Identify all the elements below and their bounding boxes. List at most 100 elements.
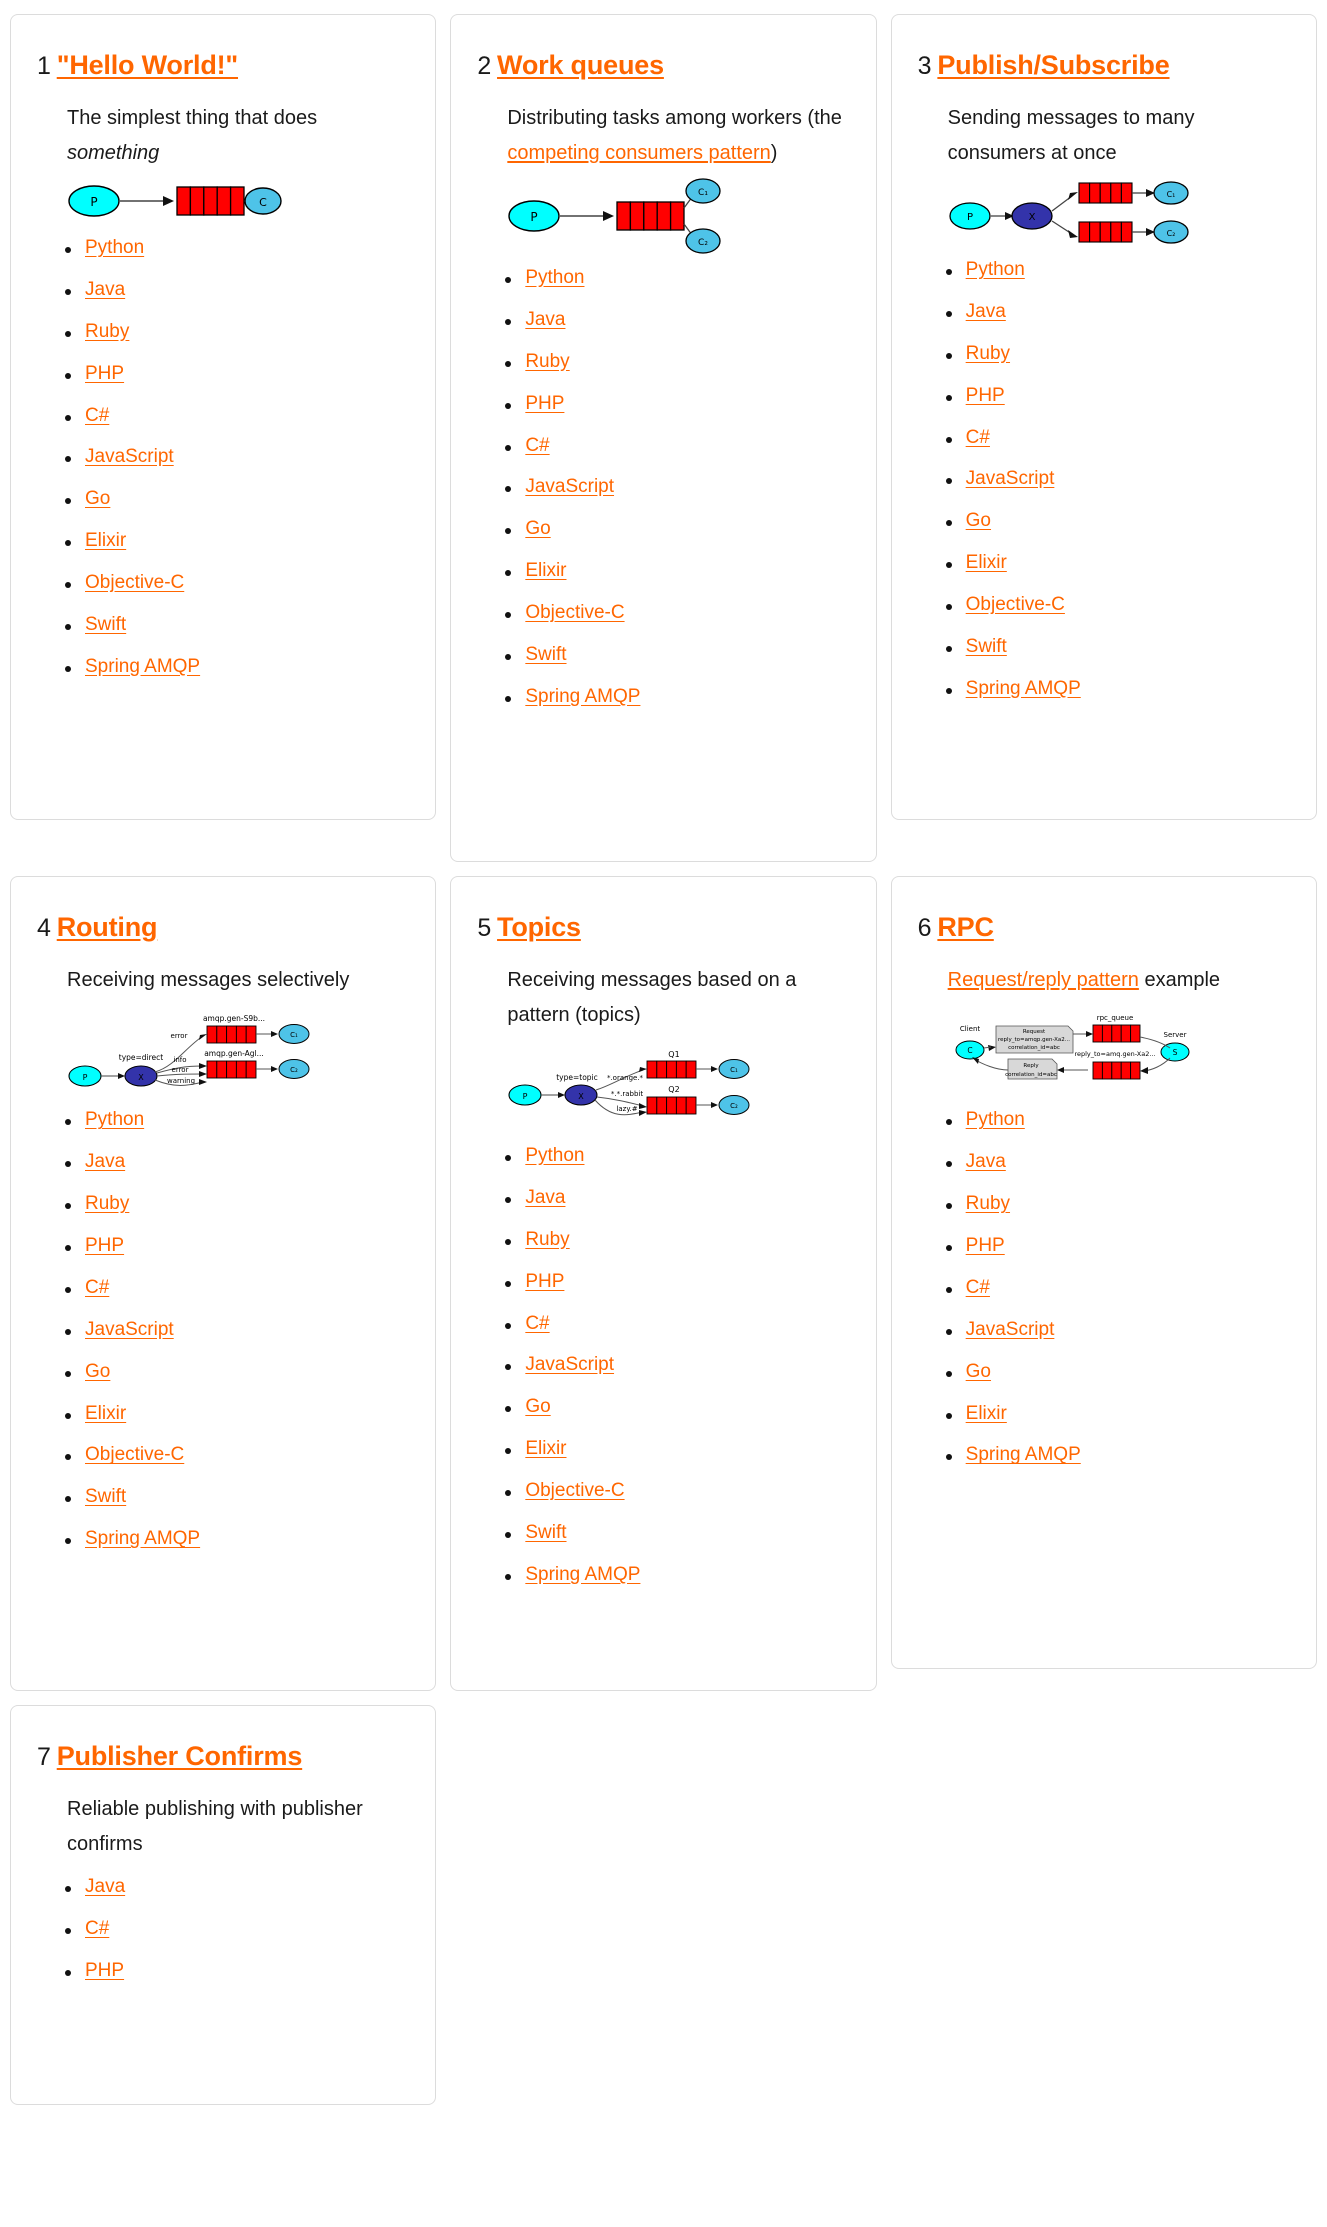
svg-text:C₂: C₂ [698, 238, 708, 248]
language-link-go[interactable]: Go [525, 1396, 550, 1417]
language-link-java[interactable]: Java [966, 1151, 1006, 1172]
tutorial-title-link-3[interactable]: Publish/Subscribe [937, 50, 1169, 80]
language-link-java[interactable]: Java [525, 1187, 565, 1208]
list-item: Objective-C [945, 594, 1290, 616]
language-link-python[interactable]: Python [966, 1109, 1025, 1130]
language-link-php[interactable]: PHP [85, 1235, 124, 1256]
language-link-swift[interactable]: Swift [85, 1486, 126, 1507]
language-link-php[interactable]: PHP [525, 1271, 564, 1292]
tutorial-card-6: 6 RPC Request/reply pattern example Clien… [890, 876, 1317, 1669]
language-link-ruby[interactable]: Ruby [525, 351, 569, 372]
competing-consumers-link[interactable]: competing consumers pattern [507, 142, 770, 164]
tutorial-title-link-4[interactable]: Routing [57, 912, 158, 942]
tutorial-title-link-2[interactable]: Work queues [497, 50, 664, 80]
language-link-swift[interactable]: Swift [525, 1522, 566, 1543]
language-link-javascript[interactable]: JavaScript [525, 476, 614, 497]
list-item: JavaScript [505, 1354, 849, 1376]
svg-text:lazy.#: lazy.# [617, 1105, 638, 1113]
tutorial-title-link-7[interactable]: Publisher Confirms [57, 1741, 303, 1771]
language-link-ruby[interactable]: Ruby [525, 1229, 569, 1250]
language-link-javascript[interactable]: JavaScript [966, 468, 1055, 489]
language-link-java[interactable]: Java [966, 301, 1006, 322]
svg-text:C₁: C₁ [290, 1031, 298, 1039]
list-item: Java [945, 1151, 1290, 1173]
request-reply-pattern-link[interactable]: Request/reply pattern [948, 969, 1139, 991]
list-item: C# [64, 405, 409, 427]
tutorial-desc-4: Receiving messages selectively [67, 968, 350, 991]
list-item: Python [64, 1109, 409, 1131]
language-link-csharp[interactable]: C# [85, 1277, 109, 1298]
language-link-elixir[interactable]: Elixir [85, 530, 126, 551]
list-item: Ruby [505, 1229, 849, 1251]
language-link-csharp[interactable]: C# [525, 1313, 549, 1334]
language-link-elixir[interactable]: Elixir [85, 1403, 126, 1424]
language-link-swift[interactable]: Swift [525, 644, 566, 665]
language-link-csharp[interactable]: C# [85, 405, 109, 426]
language-link-spring-amqp[interactable]: Spring AMQP [85, 656, 200, 677]
language-link-go[interactable]: Go [525, 518, 550, 539]
language-link-go[interactable]: Go [966, 1361, 991, 1382]
language-link-go[interactable]: Go [85, 1361, 110, 1382]
language-link-objectivec[interactable]: Objective-C [525, 1480, 624, 1501]
language-link-spring-amqp[interactable]: Spring AMQP [525, 1564, 640, 1585]
tutorial-desc-text-1: The simplest thing that does [67, 106, 318, 129]
language-link-spring-amqp[interactable]: Spring AMQP [966, 678, 1081, 699]
language-link-python[interactable]: Python [85, 1109, 144, 1130]
language-link-python[interactable]: Python [525, 267, 584, 288]
language-link-go[interactable]: Go [966, 510, 991, 531]
language-link-php[interactable]: PHP [966, 1235, 1005, 1256]
language-link-ruby[interactable]: Ruby [966, 343, 1010, 364]
language-link-python[interactable]: Python [525, 1145, 584, 1166]
list-item: C# [64, 1918, 409, 1940]
language-link-objectivec[interactable]: Objective-C [525, 602, 624, 623]
tutorial-desc-suffix-2: ) [770, 142, 778, 165]
language-link-python[interactable]: Python [966, 259, 1025, 280]
language-link-objectivec[interactable]: Objective-C [966, 594, 1065, 615]
list-item: Python [945, 1109, 1290, 1131]
svg-text:rpc_queue: rpc_queue [1096, 1014, 1133, 1022]
language-link-java[interactable]: Java [85, 1876, 125, 1897]
language-link-spring-amqp[interactable]: Spring AMQP [966, 1444, 1081, 1466]
language-link-elixir[interactable]: Elixir [525, 560, 566, 581]
svg-text:P: P [83, 1073, 88, 1082]
svg-text:Server: Server [1163, 1031, 1186, 1039]
language-link-go[interactable]: Go [85, 488, 110, 509]
language-link-csharp[interactable]: C# [966, 1277, 990, 1298]
language-link-java[interactable]: Java [525, 309, 565, 330]
language-link-php[interactable]: PHP [525, 393, 564, 414]
tutorial-number-6: 6 [917, 914, 932, 942]
svg-text:S: S [1172, 1048, 1177, 1057]
language-link-csharp[interactable]: C# [966, 427, 990, 448]
language-link-javascript[interactable]: JavaScript [85, 446, 174, 467]
language-link-objectivec[interactable]: Objective-C [85, 572, 184, 593]
language-link-swift[interactable]: Swift [85, 614, 126, 635]
language-link-ruby[interactable]: Ruby [85, 1193, 129, 1214]
language-link-elixir[interactable]: Elixir [966, 1403, 1007, 1424]
language-link-swift[interactable]: Swift [966, 636, 1007, 657]
language-link-php[interactable]: PHP [85, 1960, 124, 1981]
language-link-java[interactable]: Java [85, 279, 125, 300]
svg-text:info: info [173, 1056, 186, 1064]
language-link-ruby[interactable]: Ruby [966, 1193, 1010, 1214]
language-link-ruby[interactable]: Ruby [85, 321, 129, 342]
work-queues-diagram: P C₁ C₂ [507, 178, 849, 254]
language-link-java[interactable]: Java [85, 1151, 125, 1172]
tutorial-card-2: 2 Work queues Distributing tasks among wo… [450, 14, 877, 862]
language-link-javascript[interactable]: JavaScript [85, 1319, 174, 1340]
language-link-javascript[interactable]: JavaScript [525, 1354, 614, 1375]
tutorial-title-link-6[interactable]: RPC [937, 912, 994, 942]
language-link-python[interactable]: Python [85, 237, 144, 258]
svg-text:*.orange.*: *.orange.* [607, 1074, 644, 1082]
language-link-spring-amqp[interactable]: Spring AMQP [525, 686, 640, 707]
language-link-php[interactable]: PHP [966, 385, 1005, 406]
language-link-javascript[interactable]: JavaScript [966, 1319, 1055, 1340]
language-link-spring-amqp[interactable]: Spring AMQP [85, 1528, 200, 1549]
language-link-php[interactable]: PHP [85, 363, 124, 384]
tutorial-title-link-5[interactable]: Topics [497, 912, 581, 942]
language-link-objectivec[interactable]: Objective-C [85, 1444, 184, 1466]
language-link-csharp[interactable]: C# [525, 435, 549, 456]
language-link-csharp[interactable]: C# [85, 1918, 109, 1939]
language-link-elixir[interactable]: Elixir [966, 552, 1007, 573]
tutorial-title-link-1[interactable]: "Hello World!" [57, 50, 238, 80]
language-link-elixir[interactable]: Elixir [525, 1438, 566, 1459]
